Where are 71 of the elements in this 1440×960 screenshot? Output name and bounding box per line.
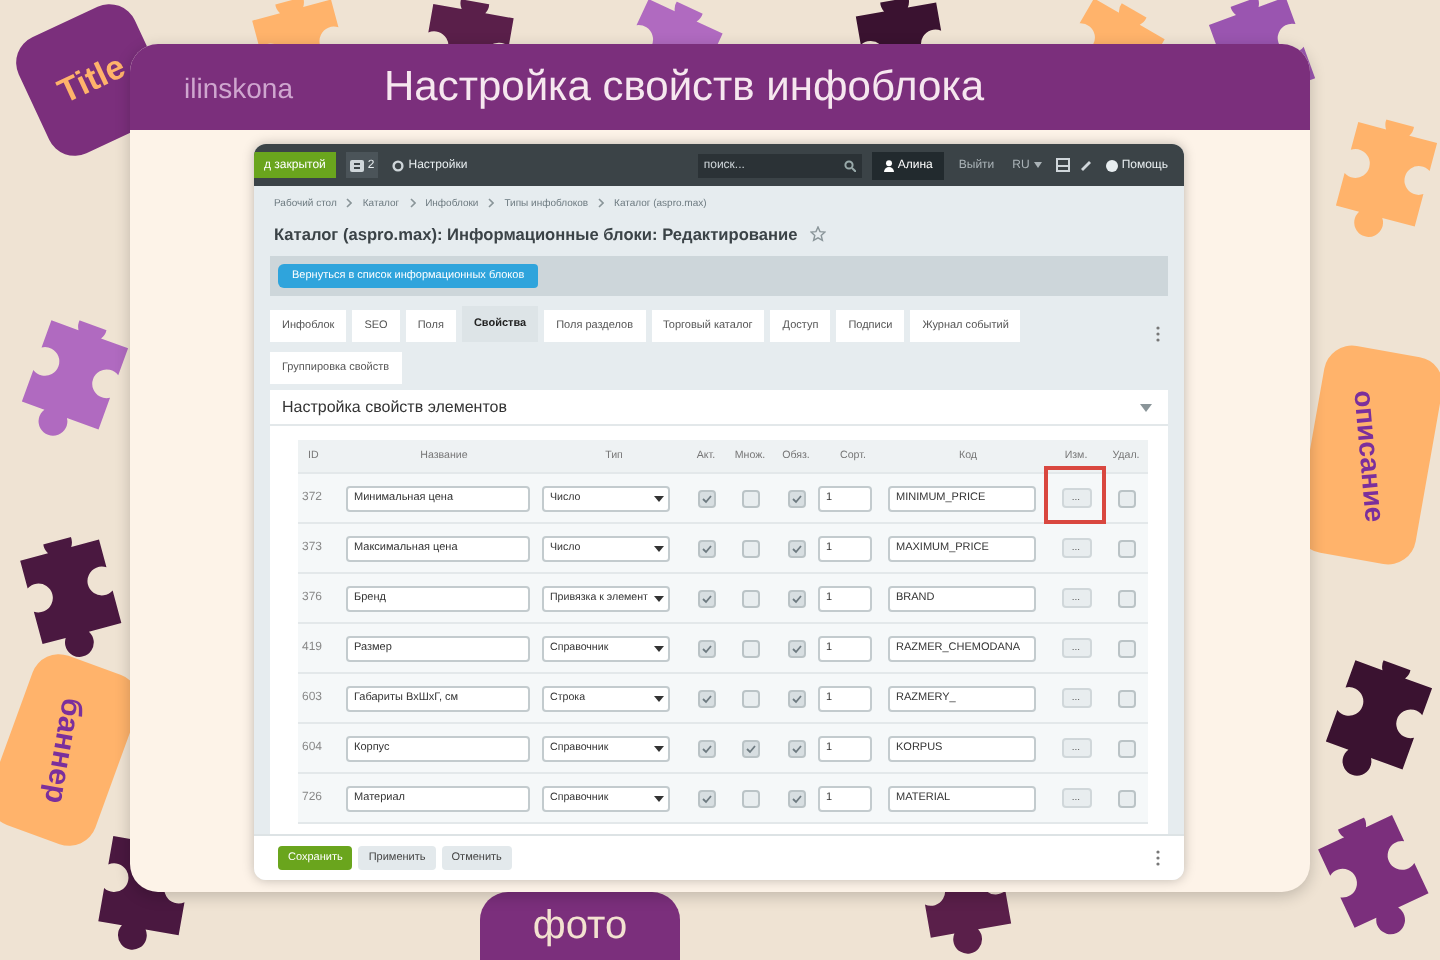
caret-icon xyxy=(1033,162,1042,168)
checkbox[interactable] xyxy=(741,789,759,807)
checkbox[interactable] xyxy=(787,689,805,707)
checkbox[interactable] xyxy=(1117,489,1135,507)
checkbox[interactable] xyxy=(741,739,759,757)
check xyxy=(789,791,803,805)
check xyxy=(699,691,713,705)
brand-name: ilinskona xyxy=(184,71,295,103)
checkbox[interactable] xyxy=(1117,589,1135,607)
caret-icon xyxy=(654,595,664,601)
checkbox[interactable] xyxy=(697,739,715,757)
checkbox[interactable] xyxy=(1117,539,1135,557)
check xyxy=(789,641,803,655)
help-icon xyxy=(1105,159,1118,171)
checkbox[interactable] xyxy=(1117,689,1135,707)
checkbox[interactable] xyxy=(697,489,715,507)
checkbox[interactable] xyxy=(741,539,759,557)
settings-icon xyxy=(392,159,405,171)
checkbox[interactable] xyxy=(1117,639,1135,657)
chevron-icon xyxy=(409,198,416,208)
search-icon xyxy=(843,159,856,171)
list-icon xyxy=(349,159,364,171)
check xyxy=(699,791,713,805)
checkbox[interactable] xyxy=(1117,739,1135,757)
checkbox[interactable] xyxy=(787,789,805,807)
sticker-label: баннер xyxy=(38,694,90,806)
banner-title: Настройка свойств инфоблока xyxy=(384,63,985,111)
check xyxy=(699,541,713,555)
page-title: Каталог (aspro.max): Информационные блоки: Редактирование xyxy=(274,224,798,244)
star-icon[interactable] xyxy=(809,226,826,242)
chevron-icon xyxy=(598,198,605,208)
checkbox[interactable] xyxy=(741,589,759,607)
caret-icon xyxy=(1140,403,1152,411)
check xyxy=(699,591,713,605)
check xyxy=(699,491,713,505)
check xyxy=(789,591,803,605)
checkbox[interactable] xyxy=(787,489,805,507)
checkbox[interactable] xyxy=(787,589,805,607)
sticker-label: описание xyxy=(1348,387,1392,523)
checkbox[interactable] xyxy=(1117,789,1135,807)
user-icon xyxy=(883,159,894,171)
checkbox[interactable] xyxy=(741,689,759,707)
caret-icon xyxy=(654,795,664,801)
checkbox[interactable] xyxy=(741,639,759,657)
checkbox[interactable] xyxy=(697,589,715,607)
sticker-label: Title xyxy=(52,47,132,113)
checkbox[interactable] xyxy=(697,689,715,707)
check xyxy=(789,491,803,505)
section-title: Настройка свойств элементов xyxy=(282,398,507,416)
checkbox[interactable] xyxy=(697,639,715,657)
sticker-label: фото xyxy=(532,903,628,949)
chevron-icon xyxy=(346,198,353,208)
caret-icon xyxy=(654,645,664,651)
checkbox[interactable] xyxy=(787,739,805,757)
caret-icon xyxy=(654,695,664,701)
window-icon[interactable] xyxy=(1055,158,1070,172)
caret-icon xyxy=(654,495,664,501)
check xyxy=(699,641,713,655)
checkbox[interactable] xyxy=(741,489,759,507)
checkbox[interactable] xyxy=(697,789,715,807)
check xyxy=(789,741,803,755)
caret-icon xyxy=(654,545,664,551)
chevron-icon xyxy=(488,198,495,208)
check xyxy=(699,741,713,755)
checkbox[interactable] xyxy=(787,539,805,557)
caret-icon xyxy=(654,745,664,751)
check xyxy=(789,691,803,705)
checkbox[interactable] xyxy=(787,639,805,657)
check xyxy=(789,541,803,555)
check xyxy=(743,741,757,755)
checkbox[interactable] xyxy=(697,539,715,557)
